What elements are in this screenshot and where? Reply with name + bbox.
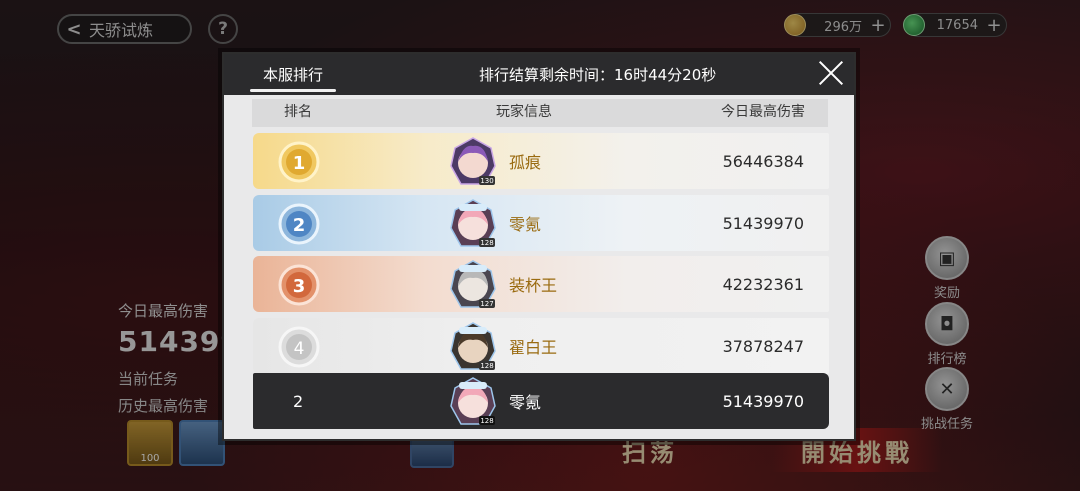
- tab-server-ranking[interactable]: 本服排行: [250, 54, 336, 95]
- modal-header: 本服排行 排行结算剩余时间：16时44分20秒: [224, 54, 854, 95]
- rank-number: 1: [293, 153, 306, 174]
- player-avatar[interactable]: 128: [449, 376, 497, 426]
- my-damage-value: 51439970: [722, 391, 804, 411]
- player-avatar[interactable]: 127: [449, 259, 497, 309]
- avatar-level: 128: [480, 362, 493, 370]
- avatar-level: 128: [480, 417, 493, 425]
- damage-value: 37878247: [722, 336, 804, 356]
- my-player-name: 零氪: [509, 393, 542, 412]
- ranking-row[interactable]: 2 128 零氪 51439970: [253, 195, 829, 251]
- avatar-level: 127: [480, 300, 493, 308]
- my-ranking-row[interactable]: 2 128 零氪 51439970: [253, 373, 829, 429]
- player-column-header: 玩家信息: [496, 104, 552, 120]
- ranking-row[interactable]: 4 128 翟白王 37878247: [253, 318, 829, 374]
- rank-badge-icon: 4: [278, 326, 320, 368]
- damage-value: 56446384: [722, 151, 804, 171]
- damage-value: 42232361: [722, 274, 804, 294]
- settlement-timer: 排行结算剩余时间：16时44分20秒: [479, 66, 717, 84]
- player-avatar[interactable]: 128: [449, 321, 497, 371]
- my-rank: 2: [293, 391, 304, 411]
- player-avatar[interactable]: 130: [449, 136, 497, 186]
- rank-number: 4: [294, 339, 305, 359]
- player-name: 孤痕: [509, 153, 542, 172]
- player-name: 零氪: [509, 215, 542, 234]
- avatar-level: 130: [480, 177, 493, 185]
- avatar-level: 128: [480, 239, 493, 247]
- silver-medal-icon: 2: [278, 203, 320, 245]
- damage-value: 51439970: [722, 213, 804, 233]
- player-avatar[interactable]: 128: [449, 198, 497, 248]
- rank-number: 3: [293, 276, 306, 297]
- close-icon[interactable]: [818, 60, 844, 86]
- player-name: 装杯王: [509, 276, 558, 295]
- ranking-row[interactable]: 3 127 装杯王 42232361: [253, 256, 829, 312]
- player-name: 翟白王: [509, 338, 558, 357]
- ranking-modal: 本服排行 排行结算剩余时间：16时44分20秒 排名 玩家信息 今日最高伤害 1…: [222, 52, 856, 441]
- rank-column-header: 排名: [284, 104, 312, 120]
- gold-medal-icon: 1: [278, 141, 320, 183]
- damage-column-header: 今日最高伤害: [721, 104, 805, 120]
- bronze-medal-icon: 3: [278, 264, 320, 306]
- rank-number: 2: [293, 215, 306, 236]
- ranking-row[interactable]: 1 130 孤痕 56446384: [253, 133, 829, 189]
